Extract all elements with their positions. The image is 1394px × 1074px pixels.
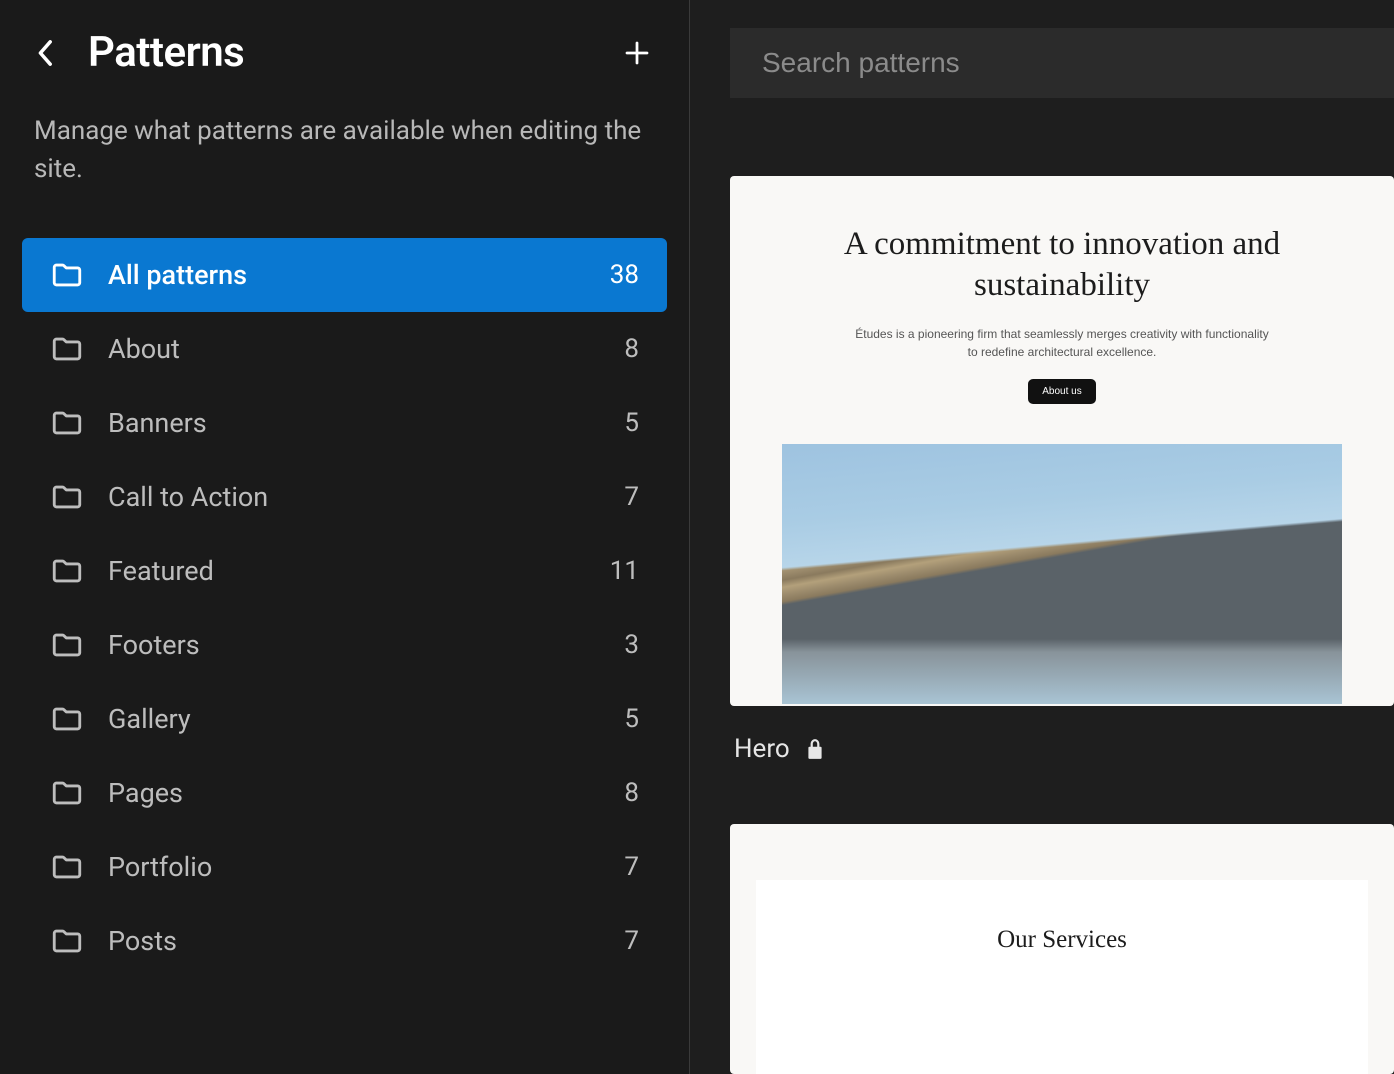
category-count: 7 [624,926,639,956]
category-count: 5 [624,704,639,734]
category-count: 38 [610,260,639,290]
folder-icon [50,628,84,662]
folder-icon [50,702,84,736]
category-label: Pages [108,777,624,809]
category-item-all-patterns[interactable]: All patterns38 [22,238,667,312]
category-count: 8 [624,778,639,808]
hero-card: A commitment to innovation and sustainab… [730,176,1394,706]
hero-about-button: About us [1028,379,1095,404]
category-count: 7 [624,852,639,882]
hero-subheading: Études is a pioneering firm that seamles… [852,325,1272,361]
page-title: Patterns [88,28,244,77]
category-item-portfolio[interactable]: Portfolio7 [22,830,667,904]
pattern-preview-services[interactable]: Our Services [730,824,1394,1074]
preview-area: A commitment to innovation and sustainab… [730,176,1394,1074]
chevron-left-icon [36,39,56,67]
plus-icon [622,38,652,68]
folder-icon [50,924,84,958]
category-label: All patterns [108,259,610,291]
folder-icon [50,776,84,810]
add-pattern-button[interactable] [617,33,657,73]
back-button[interactable] [32,39,60,67]
services-card: Our Services [730,824,1394,1074]
pattern-preview-hero[interactable]: A commitment to innovation and sustainab… [730,176,1394,764]
category-count: 8 [624,334,639,364]
category-item-gallery[interactable]: Gallery5 [22,682,667,756]
category-item-about[interactable]: About8 [22,312,667,386]
category-count: 3 [624,630,639,660]
folder-icon [50,406,84,440]
sidebar: Patterns Manage what patterns are availa… [0,0,690,1074]
folder-icon [50,850,84,884]
pattern-label: Hero [734,734,790,764]
category-count: 5 [624,408,639,438]
category-item-footers[interactable]: Footers3 [22,608,667,682]
category-label: Banners [108,407,624,439]
category-label: Call to Action [108,481,624,513]
category-label: Gallery [108,703,624,735]
sidebar-description: Manage what patterns are available when … [34,113,655,188]
services-title: Our Services [756,926,1368,954]
folder-icon [50,480,84,514]
category-label: About [108,333,624,365]
category-label: Portfolio [108,851,624,883]
category-list: All patterns38About8Banners5Call to Acti… [22,238,667,978]
search-input[interactable] [730,28,1394,98]
category-label: Footers [108,629,624,661]
category-item-pages[interactable]: Pages8 [22,756,667,830]
hero-image [782,444,1342,704]
category-label: Featured [108,555,610,587]
sidebar-header: Patterns [22,28,667,77]
folder-icon [50,332,84,366]
lock-icon [806,738,824,760]
main-content: A commitment to innovation and sustainab… [690,0,1394,1074]
category-item-posts[interactable]: Posts7 [22,904,667,978]
hero-heading: A commitment to innovation and sustainab… [792,224,1332,307]
category-count: 7 [624,482,639,512]
category-item-featured[interactable]: Featured11 [22,534,667,608]
category-label: Posts [108,925,624,957]
category-item-banners[interactable]: Banners5 [22,386,667,460]
category-item-call-to-action[interactable]: Call to Action7 [22,460,667,534]
folder-icon [50,554,84,588]
category-count: 11 [610,556,639,586]
folder-icon [50,258,84,292]
